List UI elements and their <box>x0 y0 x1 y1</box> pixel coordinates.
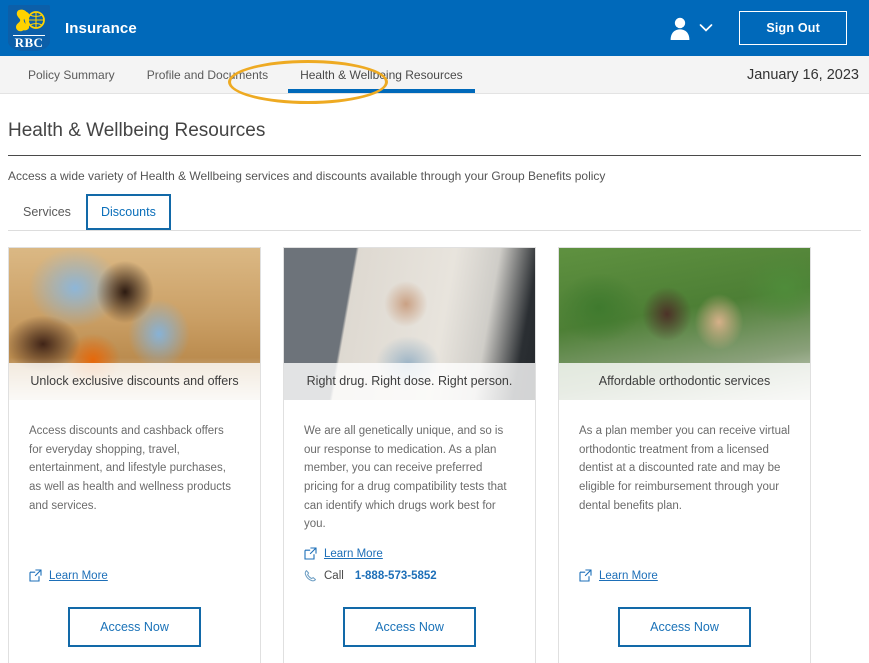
card-description: Access discounts and cashback offers for… <box>29 422 240 515</box>
tabs-divider <box>8 230 861 231</box>
discount-card: Unlock exclusive discounts and offers Ac… <box>8 247 261 663</box>
card-description: As a plan member you can receive virtual… <box>579 422 790 515</box>
discount-card: Right drug. Right dose. Right person. We… <box>283 247 536 663</box>
external-link-icon <box>304 547 317 560</box>
card-caption: Unlock exclusive discounts and offers <box>9 363 260 400</box>
tab-services[interactable]: Services <box>8 194 86 230</box>
card-photo: Affordable orthodontic services <box>559 248 810 400</box>
learn-more-row[interactable]: Learn More <box>579 569 790 582</box>
phone-icon <box>304 569 317 582</box>
card-photo: Right drug. Right dose. Right person. <box>284 248 535 400</box>
card-caption: Right drug. Right dose. Right person. <box>284 363 535 400</box>
page-title: Health & Wellbeing Resources <box>8 120 861 155</box>
card-action: Access Now <box>559 593 810 663</box>
external-link-icon <box>29 569 42 582</box>
phone-number[interactable]: 1-888-573-5852 <box>355 570 437 582</box>
user-avatar-icon <box>667 15 693 41</box>
learn-more-link[interactable]: Learn More <box>49 570 108 582</box>
discount-card-grid: Unlock exclusive discounts and offers Ac… <box>8 247 861 663</box>
card-links: Learn More <box>579 569 790 593</box>
learn-more-row[interactable]: Learn More <box>29 569 240 582</box>
rbc-lion-globe-icon <box>12 8 46 34</box>
card-action: Access Now <box>284 593 535 663</box>
nav-item-profile-and-documents[interactable]: Profile and Documents <box>131 56 284 93</box>
tab-discounts[interactable]: Discounts <box>86 194 171 230</box>
brand-title: Insurance <box>65 20 137 37</box>
nav-item-health-and-wellbeing-resources[interactable]: Health & Wellbeing Resources <box>284 56 479 93</box>
rbc-shield-icon: RBC <box>8 5 50 51</box>
nav-item-policy-summary[interactable]: Policy Summary <box>12 56 131 93</box>
content-tabs: Services Discounts <box>8 194 861 230</box>
access-now-button[interactable]: Access Now <box>68 607 201 647</box>
discount-card: Affordable orthodontic services As a pla… <box>558 247 811 663</box>
user-account-menu[interactable] <box>667 15 713 41</box>
learn-more-link[interactable]: Learn More <box>599 570 658 582</box>
primary-navigation: Policy Summary Profile and Documents Hea… <box>0 56 869 94</box>
top-header-bar: RBC Insurance Sign Out <box>0 0 869 56</box>
card-photo: Unlock exclusive discounts and offers <box>9 248 260 400</box>
access-now-button[interactable]: Access Now <box>618 607 751 647</box>
call-row[interactable]: Call 1-888-573-5852 <box>304 569 515 582</box>
chevron-down-icon <box>699 23 713 33</box>
sign-out-button[interactable]: Sign Out <box>739 11 847 45</box>
card-caption: Affordable orthodontic services <box>559 363 810 400</box>
card-body: As a plan member you can receive virtual… <box>559 400 810 593</box>
learn-more-link[interactable]: Learn More <box>324 548 383 560</box>
title-divider <box>8 155 861 156</box>
card-links: Learn More Call 1-888-573-5852 <box>304 547 515 593</box>
page-subtitle: Access a wide variety of Health & Wellbe… <box>8 169 861 183</box>
rbc-logo[interactable]: RBC <box>6 4 52 52</box>
call-label: Call <box>324 570 344 582</box>
header-actions: Sign Out <box>667 11 869 45</box>
learn-more-row[interactable]: Learn More <box>304 547 515 560</box>
current-date-label: January 16, 2023 <box>747 56 869 93</box>
access-now-button[interactable]: Access Now <box>343 607 476 647</box>
card-body: We are all genetically unique, and so is… <box>284 400 535 593</box>
external-link-icon <box>579 569 592 582</box>
card-action: Access Now <box>9 593 260 663</box>
rbc-wordmark: RBC <box>8 36 50 49</box>
page-content: Health & Wellbeing Resources Access a wi… <box>0 120 869 663</box>
card-links: Learn More <box>29 569 240 593</box>
card-body: Access discounts and cashback offers for… <box>9 400 260 593</box>
card-description: We are all genetically unique, and so is… <box>304 422 515 534</box>
